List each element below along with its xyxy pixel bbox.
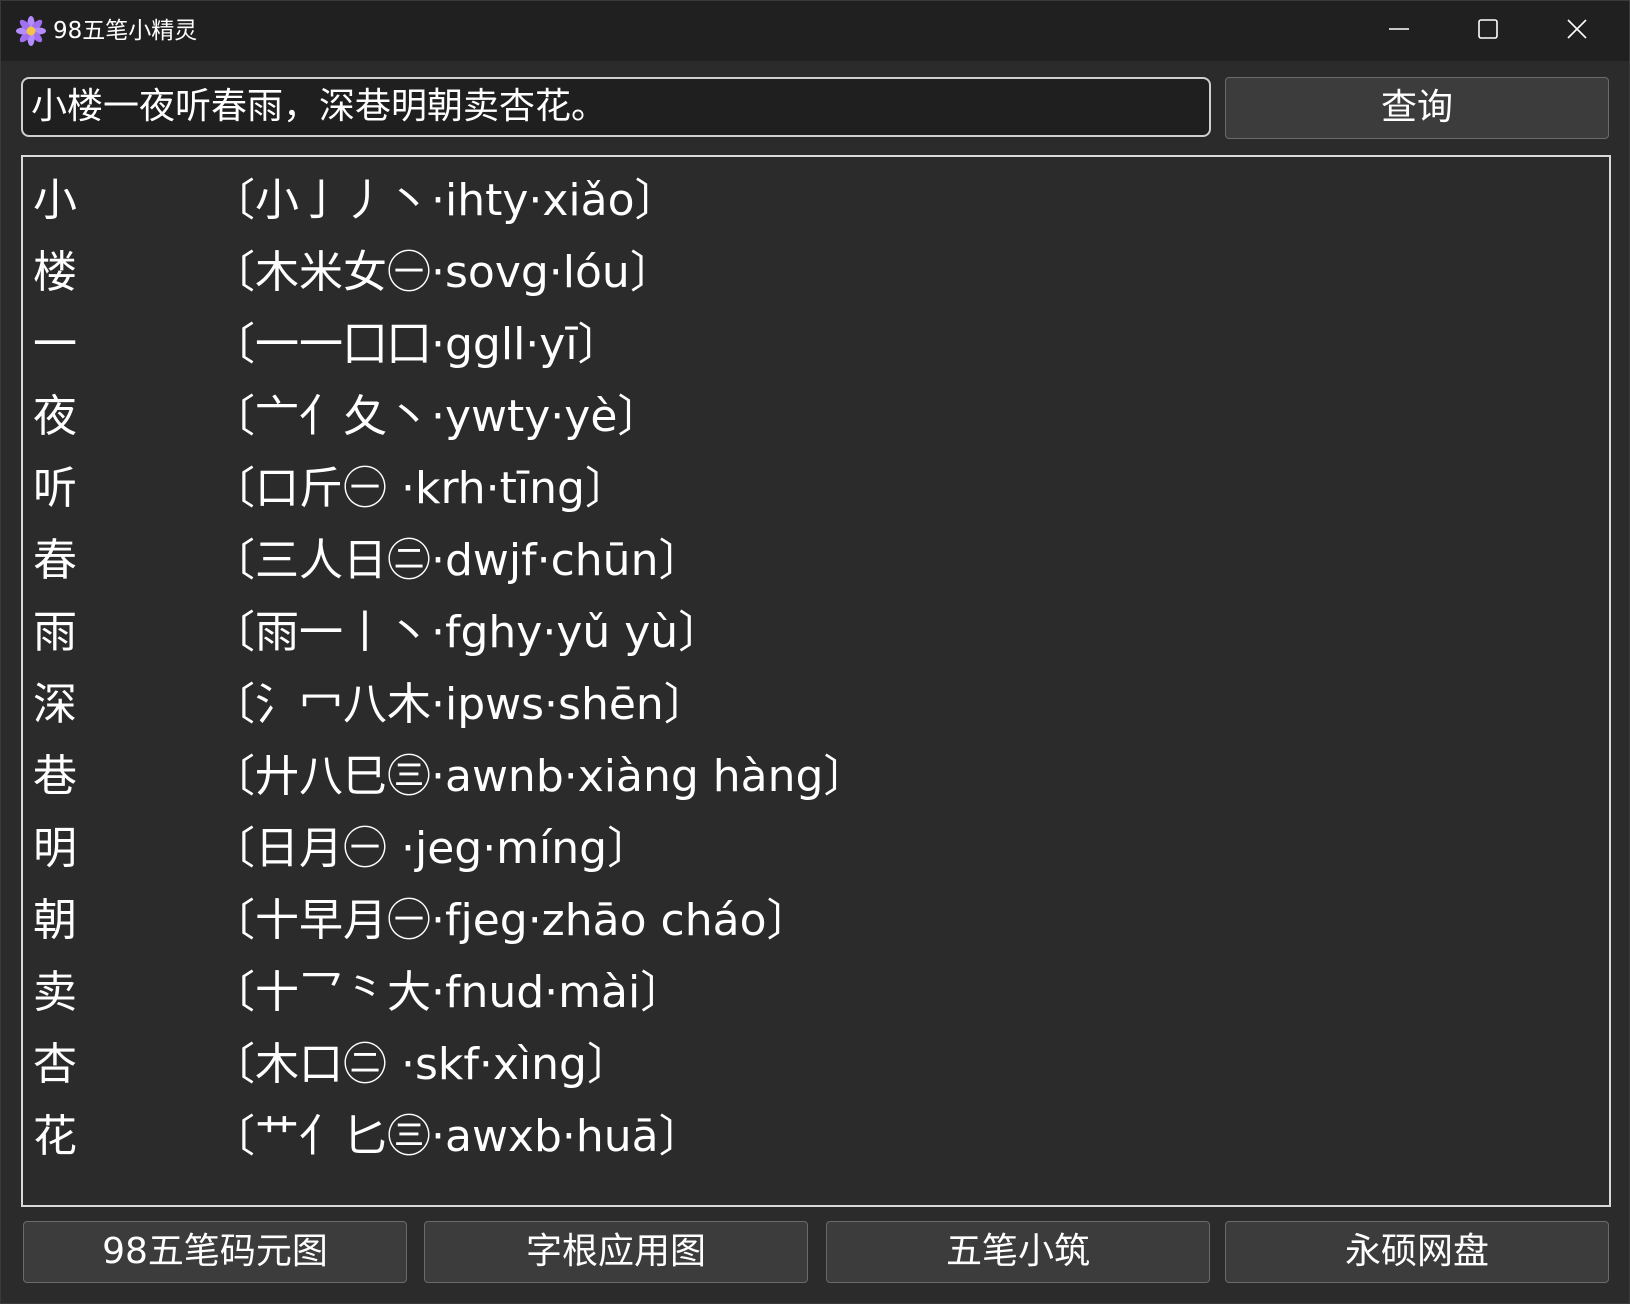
close-button[interactable] xyxy=(1533,1,1621,61)
result-char: 小 xyxy=(33,175,77,226)
minimize-icon xyxy=(1388,18,1410,44)
result-char: 春 xyxy=(33,535,77,586)
result-char: 明 xyxy=(33,823,77,874)
result-char: 雨 xyxy=(33,607,77,658)
result-code: 〔十乛⺀大·fnud·mài〕 xyxy=(211,967,685,1018)
result-code: 〔廾八巳㊂·awnb·xiàng hàng〕 xyxy=(211,751,868,802)
result-code: 〔日月㊀ ·jeg·míng〕 xyxy=(211,823,652,874)
result-code: 〔三人日㊁·dwjf·chūn〕 xyxy=(211,535,703,586)
result-char: 一 xyxy=(33,319,77,370)
search-input[interactable]: 小楼一夜听春雨，深巷明朝卖杏花。 xyxy=(21,77,1211,137)
result-char: 巷 xyxy=(33,751,77,802)
radical-usage-chart-button[interactable]: 字根应用图 xyxy=(424,1221,808,1283)
code-element-chart-button[interactable]: 98五笔码元图 xyxy=(23,1221,407,1283)
result-char: 深 xyxy=(33,679,77,730)
result-code: 〔口斤㊀ ·krh·tīng〕 xyxy=(211,463,629,514)
result-code: 〔小亅丿丶·ihty·xiǎo〕 xyxy=(211,175,679,226)
result-code: 〔雨一丨丶·fghy·yǔ yù〕 xyxy=(211,607,723,658)
result-char: 卖 xyxy=(33,967,77,1018)
result-char: 听 xyxy=(33,463,77,514)
result-code: 〔艹亻匕㊂·awxb·huā〕 xyxy=(211,1111,703,1162)
purple-flower-icon xyxy=(15,15,47,47)
result-char: 朝 xyxy=(33,895,77,946)
maximize-button[interactable] xyxy=(1444,1,1532,61)
yongshuo-netdisk-button[interactable]: 永硕网盘 xyxy=(1225,1221,1609,1283)
result-char: 夜 xyxy=(33,391,77,442)
title-bar[interactable]: 98五笔小精灵 xyxy=(1,1,1629,61)
result-char: 花 xyxy=(33,1111,77,1162)
results-panel[interactable]: 小 〔小亅丿丶·ihty·xiǎo〕 楼 〔木米女㊀·sovg·lóu〕 一 〔… xyxy=(21,155,1611,1207)
result-code: 〔一一囗囗·ggll·yī〕 xyxy=(211,319,622,370)
query-button[interactable]: 查询 xyxy=(1225,77,1609,139)
result-char: 楼 xyxy=(33,247,77,298)
result-code: 〔木口㊁ ·skf·xìng〕 xyxy=(211,1039,631,1090)
result-char: 杏 xyxy=(33,1039,77,1090)
maximize-icon xyxy=(1477,18,1499,44)
result-code: 〔氵冖八木·ipws·shēn〕 xyxy=(211,679,708,730)
result-code: 〔亠亻夂丶·ywty·yè〕 xyxy=(211,391,662,442)
app-window: 98五笔小精灵 小楼一夜听春雨，深巷明朝卖杏花。 查询 小 〔小亅丿丶·ihty… xyxy=(0,0,1630,1304)
minimize-button[interactable] xyxy=(1355,1,1443,61)
result-code: 〔十早月㊀·fjeg·zhāo cháo〕 xyxy=(211,895,811,946)
close-icon xyxy=(1566,18,1588,44)
result-code: 〔木米女㊀·sovg·lóu〕 xyxy=(211,247,674,298)
wubi-cottage-button[interactable]: 五笔小筑 xyxy=(826,1221,1210,1283)
window-title: 98五笔小精灵 xyxy=(53,18,198,44)
